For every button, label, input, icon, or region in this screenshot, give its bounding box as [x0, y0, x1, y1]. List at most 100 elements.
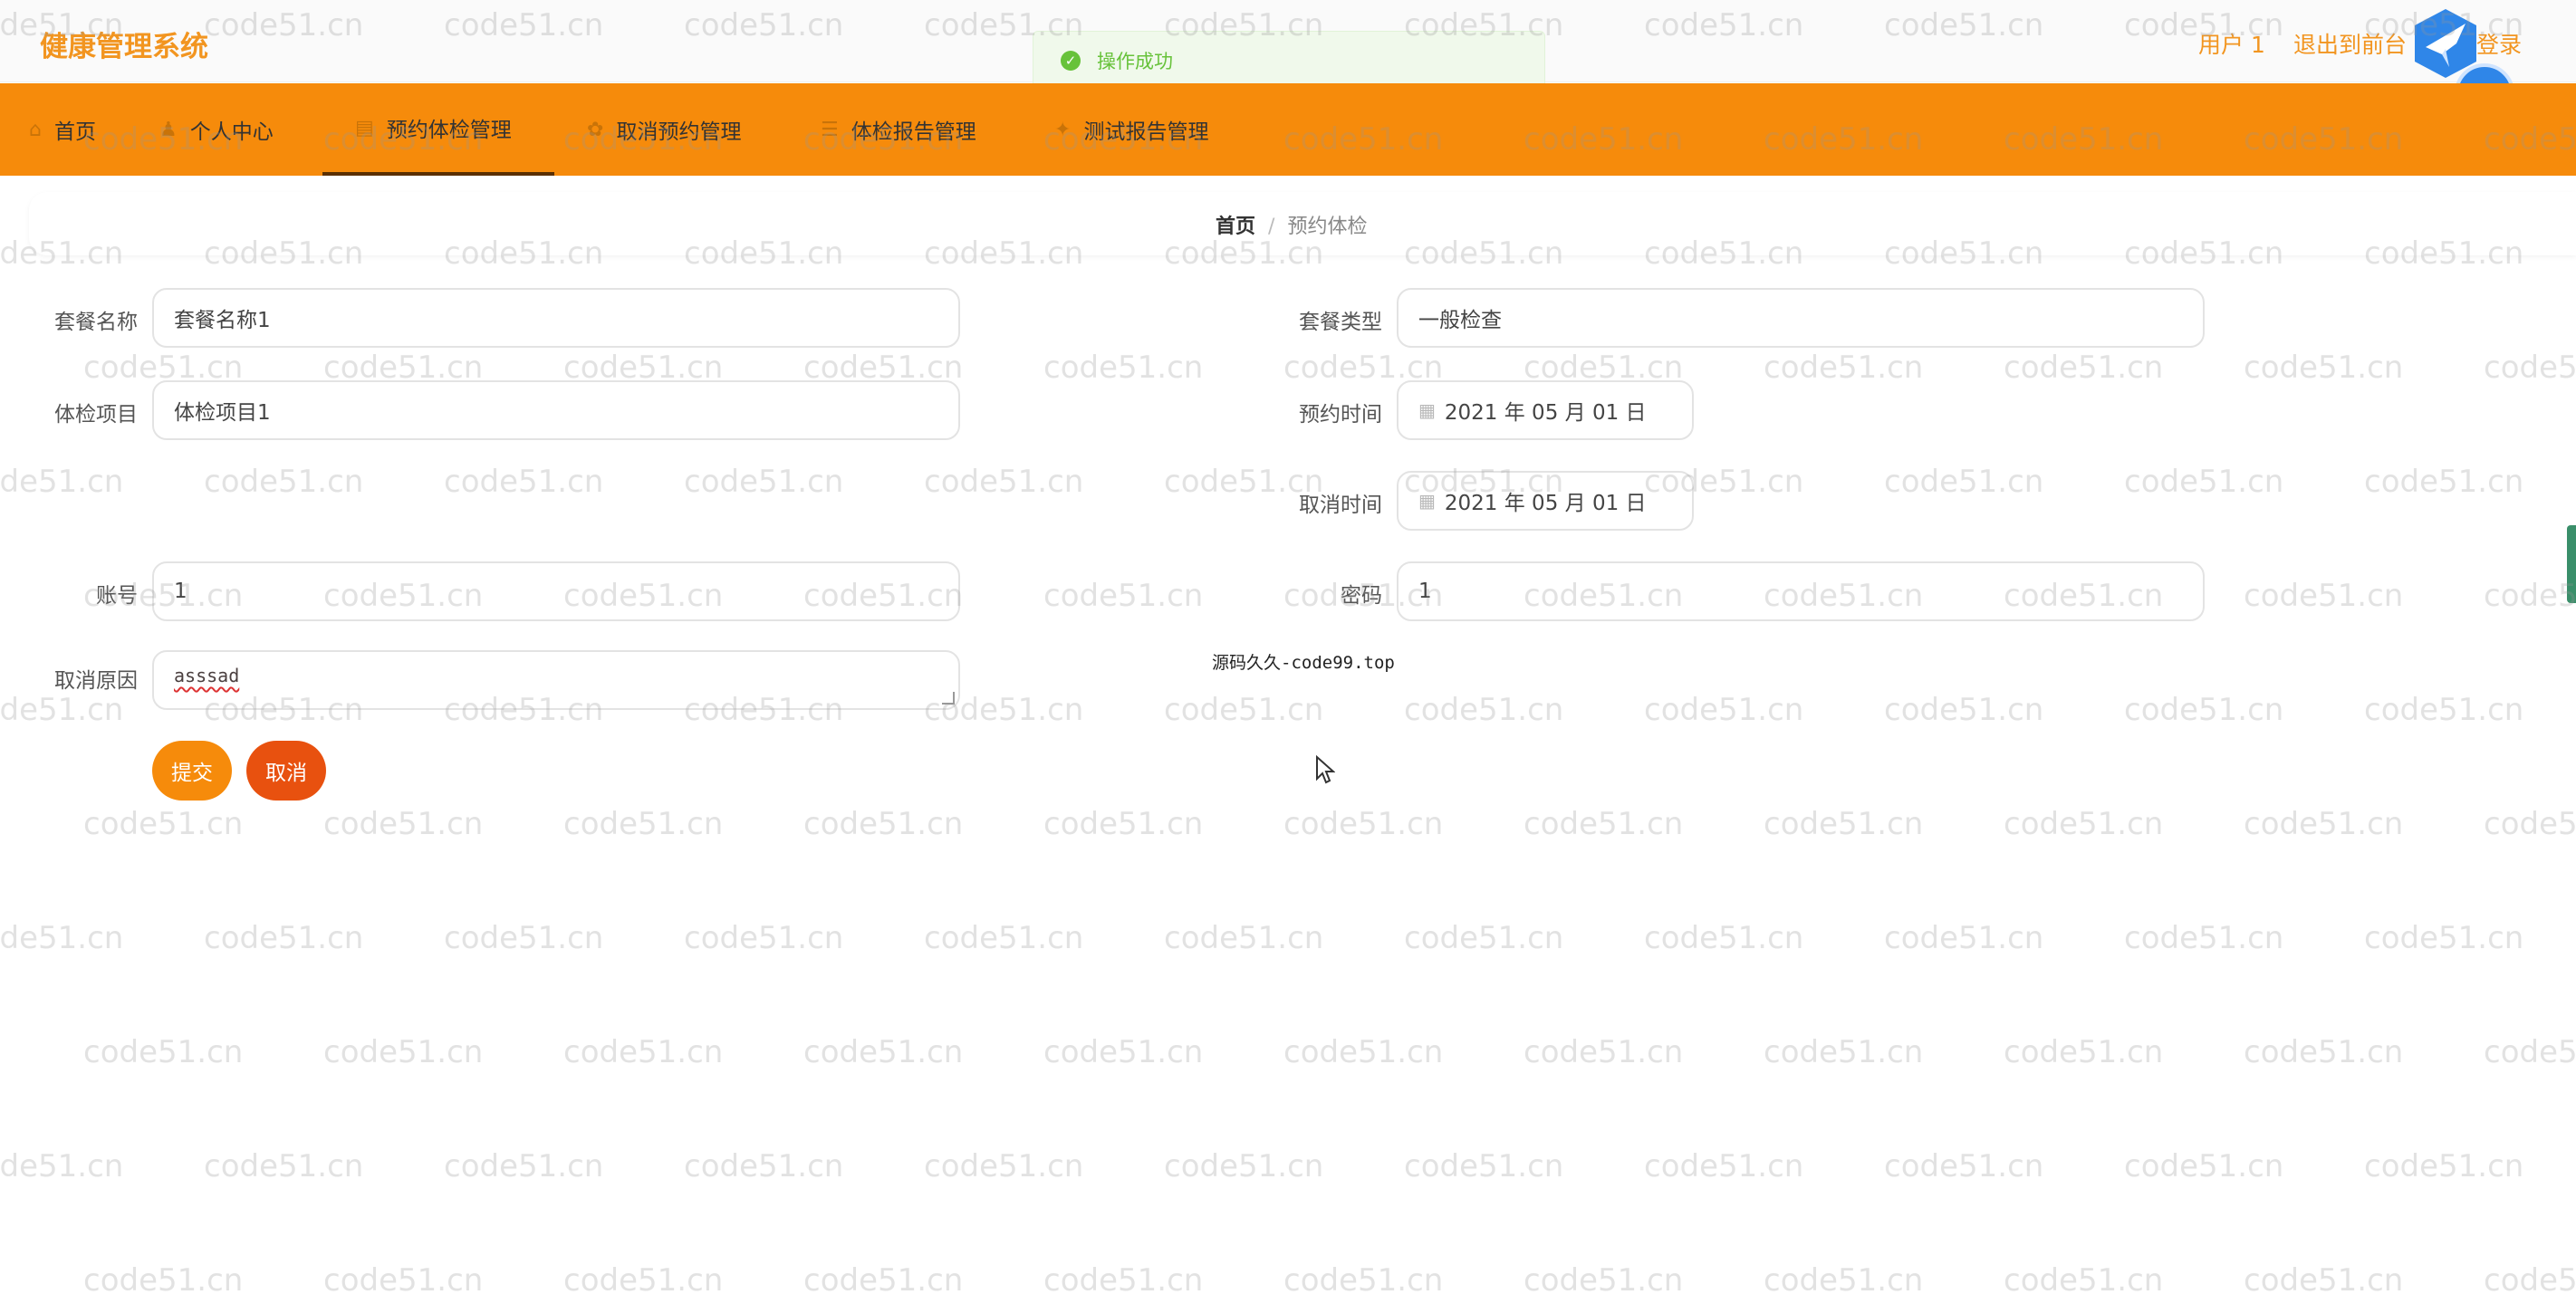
watermark-text: code51.cn	[1523, 1262, 1684, 1299]
watermark-text: code51.cn	[204, 1148, 364, 1184]
calendar-icon: ▦	[1418, 399, 1436, 421]
watermark-text: code51.cn	[803, 1034, 964, 1070]
password-label: 密码	[1341, 584, 1382, 608]
report-icon: ☰	[821, 118, 839, 141]
cancel-icon: ✿	[587, 118, 604, 141]
watermark-text: code51.cn	[1283, 1034, 1444, 1070]
watermark-text: code51.cn	[1884, 1148, 2044, 1184]
cancel-reason-value: asssad	[174, 665, 240, 686]
watermark-text: code51.cn	[563, 1262, 724, 1299]
watermark-text: code51.cn	[323, 1262, 484, 1299]
check-circle-icon: ✓	[1061, 51, 1081, 71]
appointment-time-value: 2021 年 05 月 01 日	[1444, 401, 1647, 425]
watermark-text: code51.cn	[1283, 1262, 1444, 1299]
user-menu-link[interactable]: 用户 1	[2198, 27, 2265, 60]
watermark-text: code51.cn	[1164, 1148, 1324, 1184]
breadcrumb-home[interactable]: 首页	[1216, 216, 1255, 238]
cancel-time-value: 2021 年 05 月 01 日	[1444, 492, 1647, 515]
nav-item-label: 取消预约管理	[616, 120, 742, 144]
calendar-icon: ▦	[1418, 490, 1436, 512]
app-title: 健康管理系统	[40, 31, 208, 63]
account-input[interactable]: 1	[152, 561, 960, 621]
watermark-text: code51.cn	[83, 1262, 244, 1299]
package-type-label: 套餐类型	[1299, 311, 1382, 334]
side-widget-tab[interactable]	[2567, 525, 2576, 603]
watermark-text: code51.cn	[1164, 920, 1324, 956]
resize-handle-icon[interactable]	[942, 692, 955, 705]
watermark-text: code51.cn	[2484, 1034, 2576, 1070]
watermark-text: code51.cn	[2244, 1034, 2404, 1070]
watermark-text: code51.cn	[444, 1148, 604, 1184]
watermark-text: code51.cn	[2364, 920, 2524, 956]
watermark-text: code51.cn	[684, 1148, 844, 1184]
home-icon: ⌂	[29, 118, 42, 141]
exam-item-input[interactable]: 体检项目1	[152, 380, 960, 440]
mouse-cursor-icon	[1316, 755, 1335, 784]
cancel-button[interactable]: 取消	[246, 741, 326, 801]
breadcrumb-separator: /	[1268, 216, 1275, 238]
nav-item-label: 预约体检管理	[386, 119, 512, 142]
exam-item-label: 体检项目	[54, 403, 138, 427]
login-link[interactable]: 登录	[2476, 27, 2522, 60]
nav-item-personal-center[interactable]: ♟ 个人中心	[159, 83, 304, 176]
test-icon: ✦	[1054, 118, 1072, 141]
main-nav: ⌂ 首页 ♟ 个人中心 ▤ 预约体检管理 ✿ 取消预约管理 ☰ 体检报告管理 ✦…	[0, 83, 2576, 176]
toast-message: 操作成功	[1097, 51, 1173, 72]
breadcrumb: 首页 / 预约体检	[1216, 210, 1367, 239]
watermark-text: code51.cn	[2244, 1262, 2404, 1299]
account-label: 账号	[96, 584, 138, 608]
nav-item-exam-report[interactable]: ☰ 体检报告管理	[821, 83, 1002, 176]
password-input[interactable]: 1	[1397, 561, 2205, 621]
cancel-time-picker[interactable]: ▦ 2021 年 05 月 01 日	[1397, 471, 1694, 531]
watermark-text: code51.cn	[1523, 1034, 1684, 1070]
watermark-text: code51.cn	[1404, 920, 1564, 956]
watermark-text: code51.cn	[323, 1034, 484, 1070]
nav-item-label: 测试报告管理	[1083, 120, 1209, 144]
watermark-text: code51.cn	[1644, 1148, 1804, 1184]
appointment-time-picker[interactable]: ▦ 2021 年 05 月 01 日	[1397, 380, 1694, 440]
watermark-text: code51.cn	[2484, 1262, 2576, 1299]
nav-item-test-report[interactable]: ✦ 测试报告管理	[1054, 83, 1235, 176]
nav-item-label: 体检报告管理	[851, 120, 976, 144]
user-icon: ♟	[159, 118, 178, 141]
cancel-time-label: 取消时间	[1299, 494, 1382, 517]
appointment-time-label: 预约时间	[1299, 403, 1382, 427]
cancel-reason-label: 取消原因	[54, 669, 138, 693]
watermark-text: code51.cn	[1884, 920, 2044, 956]
watermark-text: code51.cn	[1404, 1148, 1564, 1184]
watermark-text: code51.cn	[2004, 1034, 2164, 1070]
watermark-text: code51.cn	[2124, 920, 2284, 956]
nav-item-label: 个人中心	[189, 120, 274, 144]
package-type-input[interactable]: 一般检查	[1397, 288, 2205, 348]
watermark-text: code51.cn	[1043, 1262, 1204, 1299]
exit-to-front-link[interactable]: 退出到前台	[2293, 27, 2407, 60]
breadcrumb-current: 预约体检	[1287, 216, 1368, 238]
watermark-text: code51.cn	[0, 1148, 124, 1184]
watermark-text: code51.cn	[0, 920, 124, 956]
calendar-icon: ▤	[355, 116, 374, 139]
watermark-text: code51.cn	[83, 1034, 244, 1070]
package-name-input[interactable]: 套餐名称1	[152, 288, 960, 348]
appointment-form	[29, 268, 2576, 848]
cancel-reason-textarea[interactable]: asssad	[152, 650, 960, 710]
watermark-text: code51.cn	[2004, 1262, 2164, 1299]
watermark-text: code51.cn	[2364, 1148, 2524, 1184]
nav-item-appointment[interactable]: ▤ 预约体检管理	[322, 83, 554, 176]
watermark-text: code51.cn	[803, 1262, 964, 1299]
watermark-text: code51.cn	[204, 920, 364, 956]
watermark-text: code51.cn	[924, 920, 1084, 956]
source-note: 源码久久-code99.top	[1212, 653, 1395, 673]
watermark-text: code51.cn	[1644, 920, 1804, 956]
watermark-text: code51.cn	[684, 920, 844, 956]
watermark-text: code51.cn	[563, 1034, 724, 1070]
package-name-label: 套餐名称	[54, 311, 138, 334]
nav-item-cancel-appointment[interactable]: ✿ 取消预约管理	[587, 83, 768, 176]
submit-button[interactable]: 提交	[152, 741, 232, 801]
nav-item-label: 首页	[53, 120, 96, 144]
nav-item-home[interactable]: ⌂ 首页	[29, 83, 120, 176]
watermark-text: code51.cn	[444, 920, 604, 956]
watermark-text: code51.cn	[1764, 1262, 1924, 1299]
watermark-text: code51.cn	[2124, 1148, 2284, 1184]
watermark-text: code51.cn	[924, 1148, 1084, 1184]
success-toast: ✓ 操作成功	[1033, 31, 1545, 91]
